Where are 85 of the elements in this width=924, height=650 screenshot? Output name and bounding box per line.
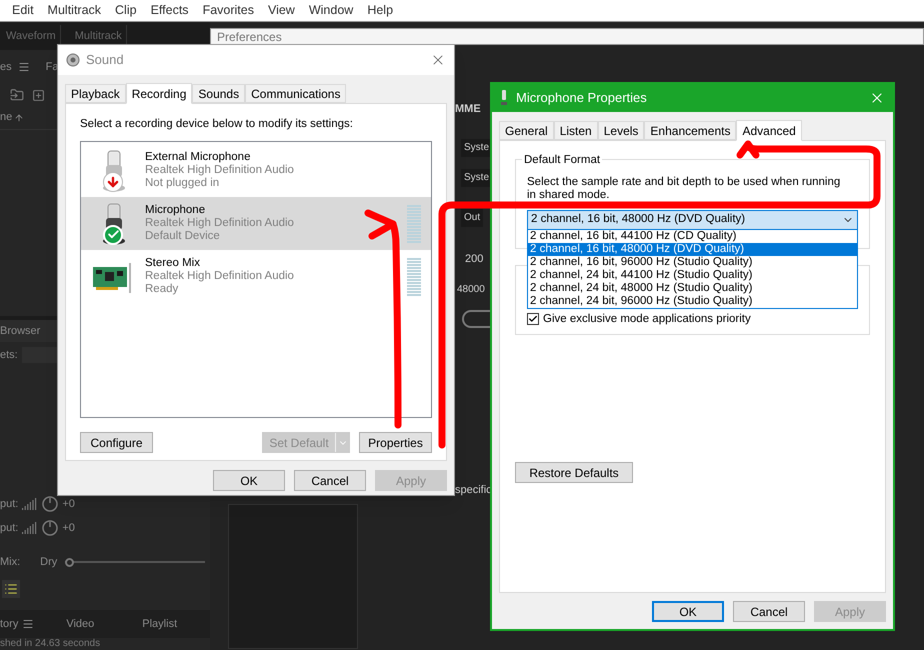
mix-slider[interactable] — [65, 557, 206, 567]
list-icon[interactable] — [2, 580, 20, 598]
device-name: Microphone — [145, 204, 206, 218]
description-text: Select the sample rate and bit depth to be used when running in shared mode. — [527, 176, 842, 202]
menu-icon[interactable] — [18, 61, 30, 73]
slider-thumb[interactable] — [65, 558, 74, 566]
device-status: Not plugged in — [145, 177, 220, 190]
window-title: Microphone Properties — [516, 89, 647, 108]
device-driver: Realtek High Definition Audio — [145, 217, 294, 230]
dialog-button[interactable]: Cancel — [733, 601, 805, 622]
tab[interactable]: Advanced — [736, 120, 802, 141]
add-icon[interactable] — [32, 88, 45, 102]
device-status: Ready — [145, 283, 180, 296]
panel-tab[interactable]: Video — [66, 616, 94, 632]
microphone-icon — [500, 90, 508, 106]
panel-tab[interactable]: Playlist — [142, 616, 178, 632]
sort-icon[interactable] — [14, 112, 24, 122]
format-option[interactable]: 2 channel, 24 bit, 96000 Hz (Studio Quality) — [528, 295, 857, 308]
buffer-value: 200 — [465, 252, 484, 267]
device-driver: Realtek High Definition Audio — [145, 164, 294, 178]
tab[interactable]: Communications — [245, 84, 346, 103]
mix-value: Dry — [40, 554, 58, 570]
menu-item[interactable]: Effects — [150, 1, 189, 20]
menu-icon[interactable] — [22, 618, 34, 630]
tab[interactable]: Enhancements — [644, 121, 736, 140]
menu-item[interactable]: Help — [367, 1, 394, 20]
sample-rate-value: 48000 — [457, 282, 485, 296]
window-title: Sound — [86, 51, 124, 70]
checkbox-label: Give exclusive mode applications priority — [543, 312, 751, 327]
tab[interactable]: Sounds — [192, 84, 246, 103]
tab[interactable]: Recording — [126, 83, 192, 104]
output-label: put: — [0, 496, 18, 512]
note-text: specific — [455, 482, 492, 498]
status-text: shed in 24.63 seconds — [0, 639, 100, 649]
device-class-label: MME — [455, 102, 481, 117]
panel-tab[interactable]: es — [0, 58, 12, 76]
tab[interactable]: Listen — [554, 121, 598, 140]
dialog-button[interactable]: Configure — [80, 432, 153, 454]
knob-icon[interactable] — [42, 496, 58, 512]
menu-item[interactable]: Clip — [115, 1, 137, 20]
tab[interactable]: General — [499, 121, 554, 140]
window-title: Preferences — [217, 28, 282, 46]
setting-field[interactable]: Out — [461, 209, 484, 227]
column-header[interactable]: ne — [0, 109, 12, 126]
device-name: Stereo Mix — [145, 257, 201, 270]
format-select[interactable]: 2 channel, 16 bit, 48000 Hz (DVD Quality) — [527, 210, 858, 230]
dialog-button[interactable]: OK — [652, 601, 724, 622]
level-meter-icon — [407, 204, 421, 243]
dialog-button[interactable]: Properties — [359, 432, 432, 454]
instruction-text: Select a recording device below to modify its settings: — [80, 117, 354, 132]
mix-label: Mix: — [0, 554, 20, 570]
presets-label: ets: — [0, 348, 18, 363]
device-status: Default Device — [145, 230, 221, 244]
level-bars-icon — [22, 522, 38, 534]
device-name: External Microphone — [145, 151, 252, 164]
dialog-button[interactable]: OK — [213, 470, 285, 491]
output-value: +0 — [62, 520, 75, 536]
device-row[interactable]: Microphone Realtek High Definition Audio Default Device — [81, 197, 431, 250]
panel-title: Browser — [0, 324, 40, 339]
menu-item[interactable]: View — [268, 1, 295, 20]
device-driver: Realtek High Definition Audio — [145, 270, 294, 284]
knob-icon[interactable] — [42, 520, 58, 536]
output-label: put: — [0, 520, 18, 536]
format-option[interactable]: 2 channel, 24 bit, 44100 Hz (Studio Quality) — [528, 269, 857, 282]
dialog-button[interactable]: Cancel — [294, 470, 366, 491]
menu-item[interactable]: Multitrack — [48, 1, 102, 20]
setting-field[interactable]: Syste — [461, 139, 492, 157]
format-option[interactable]: 2 channel, 16 bit, 96000 Hz (Studio Quality) — [528, 256, 857, 269]
format-option[interactable]: 2 channel, 24 bit, 48000 Hz (Studio Quality) — [528, 282, 857, 295]
output-value: +0 — [62, 496, 75, 512]
level-meter-icon — [407, 258, 421, 296]
menu-item[interactable]: Edit — [12, 1, 34, 20]
checkbox[interactable] — [527, 313, 539, 326]
tab[interactable]: Playback — [65, 84, 126, 103]
format-option[interactable]: 2 channel, 16 bit, 44100 Hz (CD Quality) — [528, 230, 857, 243]
panel-tab[interactable]: tory — [0, 616, 18, 632]
speaker-icon — [66, 53, 80, 67]
format-option[interactable]: 2 channel, 16 bit, 48000 Hz (DVD Quality) — [528, 243, 857, 256]
folder-icon[interactable] — [10, 88, 24, 102]
menu-item[interactable]: Favorites — [202, 1, 254, 20]
setting-field[interactable]: Syste — [461, 169, 492, 187]
level-bars-icon — [22, 498, 38, 510]
menu-item[interactable]: Window — [308, 1, 354, 20]
dialog-button[interactable]: Restore Defaults — [515, 462, 633, 483]
tab[interactable]: Levels — [598, 121, 644, 140]
